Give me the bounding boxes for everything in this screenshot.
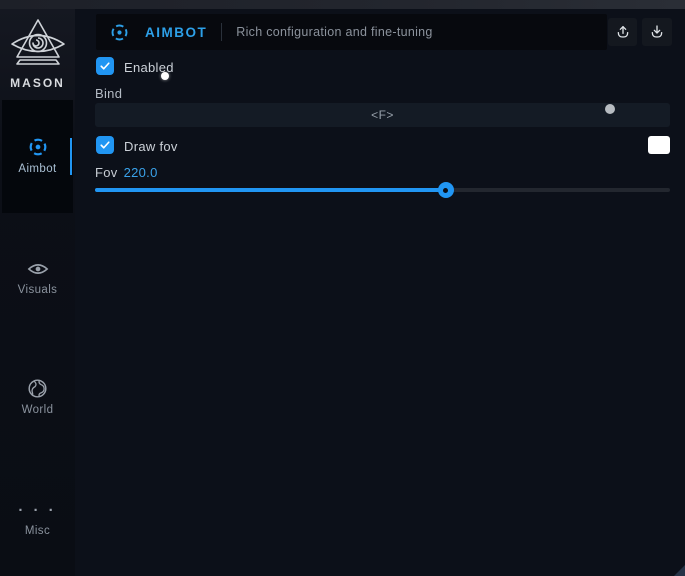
globe-icon [27,378,48,399]
section-header: AIMBOT Rich configuration and fine-tunin… [96,14,607,50]
title-bar [0,0,685,9]
crosshair-icon [27,136,49,158]
bind-label: Bind [95,86,122,101]
sidebar: MASON Aimbot Visuals World [0,9,75,576]
fov-slider-fill [95,188,446,192]
upload-icon [615,24,631,40]
app-window: MASON Aimbot Visuals World [0,0,685,576]
crosshair-icon [109,22,130,43]
export-config-button[interactable] [608,18,637,46]
bind-value: <F> [371,108,394,122]
draw-fov-checkbox[interactable] [96,136,114,154]
corner-accent [674,565,685,576]
page-subtitle: Rich configuration and fine-tuning [236,25,432,39]
sidebar-item-misc[interactable]: · · · Misc [0,502,75,537]
fov-slider-thumb[interactable] [438,182,454,198]
download-icon [649,24,665,40]
check-icon [99,60,111,72]
pyramid-eye-icon [9,17,67,73]
fov-label: Fov [95,165,118,180]
sidebar-item-label: Aimbot [2,163,73,175]
fov-value: 220.0 [124,165,158,180]
fov-slider[interactable] [95,188,670,192]
sidebar-item-label: World [0,404,75,416]
import-config-button[interactable] [642,18,672,46]
page-title: AIMBOT [145,25,207,40]
app-logo: MASON [0,17,75,90]
header-divider [221,23,222,41]
ellipsis-icon: · · · [18,507,56,515]
enabled-checkbox[interactable] [96,57,114,75]
fov-value-row: Fov 220.0 [95,165,158,180]
brand-name: MASON [0,76,75,90]
eye-icon [27,259,49,279]
bind-input[interactable]: <F> [95,103,670,127]
enabled-label: Enabled [124,60,174,75]
sidebar-item-visuals[interactable]: Visuals [0,259,75,296]
check-icon [99,139,111,151]
sidebar-item-aimbot[interactable]: Aimbot [2,136,73,175]
sidebar-item-world[interactable]: World [0,378,75,416]
sidebar-item-label: Visuals [0,284,75,296]
fov-color-swatch[interactable] [648,136,670,154]
sidebar-item-label: Misc [0,525,75,537]
draw-fov-label: Draw fov [124,139,178,154]
